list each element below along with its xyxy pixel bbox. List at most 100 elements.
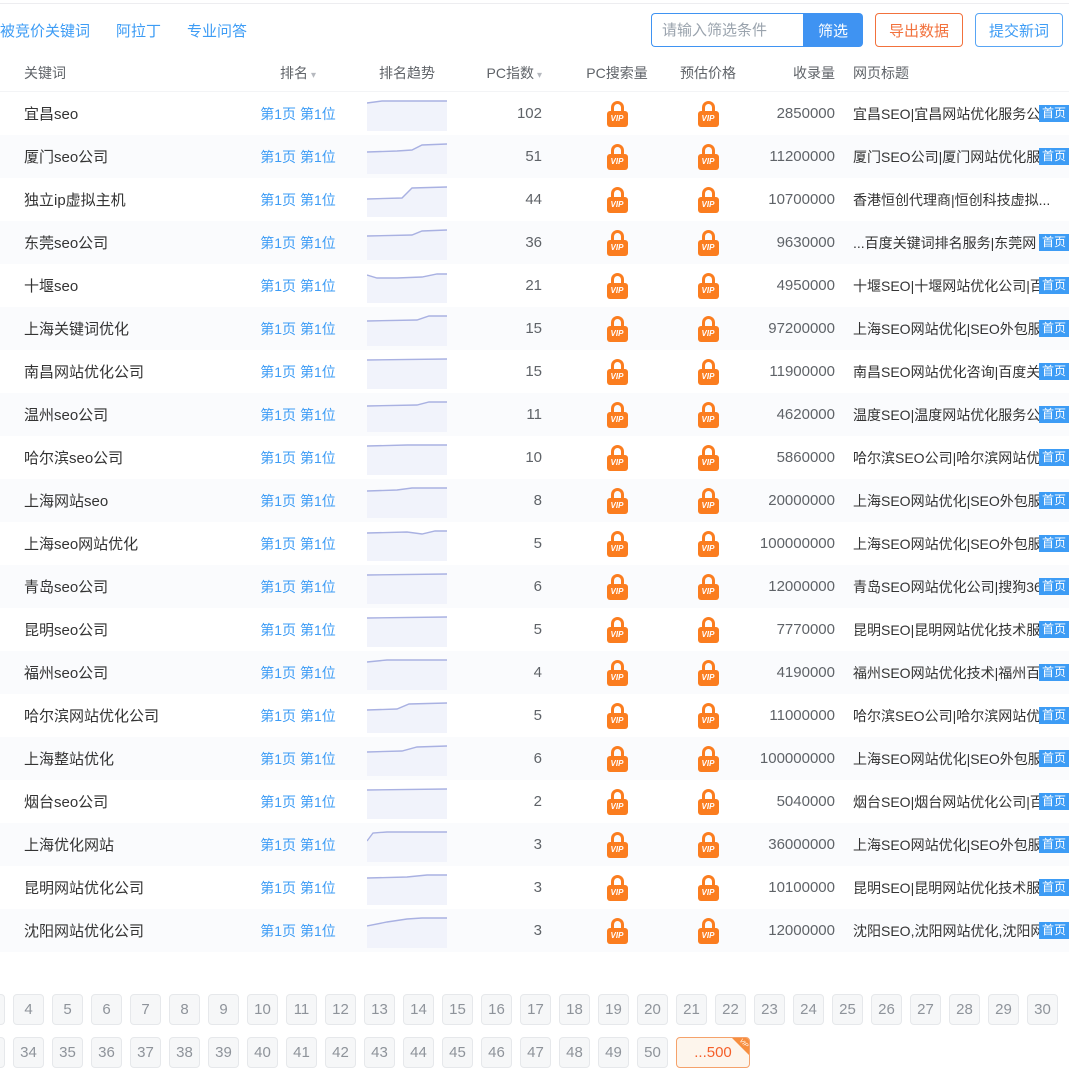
page-button[interactable]: 46 (481, 1037, 512, 1068)
vip-lock-icon[interactable]: VIP (698, 187, 719, 213)
home-badge[interactable]: 首页 (1039, 234, 1069, 251)
vip-lock-icon[interactable]: VIP (607, 273, 628, 299)
page-button[interactable]: 43 (364, 1037, 395, 1068)
home-badge[interactable]: 首页 (1039, 793, 1069, 810)
vip-lock-icon[interactable]: VIP (607, 488, 628, 514)
page-button[interactable]: 12 (325, 994, 356, 1025)
filter-button[interactable]: 筛选 (803, 13, 863, 47)
vip-lock-icon[interactable]: VIP (607, 230, 628, 256)
rank-link[interactable]: 第1页 第1位 (238, 835, 358, 855)
vip-lock-icon[interactable]: VIP (698, 703, 719, 729)
vip-lock-icon[interactable]: VIP (607, 832, 628, 858)
page-button[interactable]: 14 (403, 994, 434, 1025)
home-badge[interactable]: 首页 (1039, 105, 1069, 122)
page-button[interactable]: 34 (13, 1037, 44, 1068)
rank-link[interactable]: 第1页 第1位 (238, 190, 358, 210)
home-badge[interactable]: 首页 (1039, 879, 1069, 896)
vip-lock-icon[interactable]: VIP (698, 832, 719, 858)
home-badge[interactable]: 首页 (1039, 320, 1069, 337)
page-button[interactable]: 48 (559, 1037, 590, 1068)
page-button[interactable]: 44 (403, 1037, 434, 1068)
page-button[interactable]: 24 (793, 994, 824, 1025)
page-button[interactable]: 4 (13, 994, 44, 1025)
page-button[interactable]: 42 (325, 1037, 356, 1068)
header-pc-index-sort[interactable]: PC指数▾ (456, 63, 560, 83)
page-button[interactable]: 8 (169, 994, 200, 1025)
vip-lock-icon[interactable]: VIP (698, 230, 719, 256)
rank-link[interactable]: 第1页 第1位 (238, 233, 358, 253)
rank-link[interactable]: 第1页 第1位 (238, 319, 358, 339)
vip-lock-icon[interactable]: VIP (607, 617, 628, 643)
page-button[interactable]: 40 (247, 1037, 278, 1068)
page-button[interactable]: 5 (52, 994, 83, 1025)
vip-lock-icon[interactable]: VIP (607, 746, 628, 772)
page-button[interactable]: 6 (91, 994, 122, 1025)
page-button[interactable]: 47 (520, 1037, 551, 1068)
vip-lock-icon[interactable]: VIP (607, 918, 628, 944)
home-badge[interactable]: 首页 (1039, 922, 1069, 939)
vip-lock-icon[interactable]: VIP (698, 574, 719, 600)
rank-link[interactable]: 第1页 第1位 (238, 577, 358, 597)
rank-link[interactable]: 第1页 第1位 (238, 706, 358, 726)
vip-lock-icon[interactable]: VIP (698, 359, 719, 385)
vip-lock-icon[interactable]: VIP (607, 144, 628, 170)
vip-lock-icon[interactable]: VIP (607, 402, 628, 428)
vip-lock-icon[interactable]: VIP (698, 273, 719, 299)
vip-lock-icon[interactable]: VIP (698, 316, 719, 342)
vip-lock-icon[interactable]: VIP (607, 187, 628, 213)
page-button[interactable]: 27 (910, 994, 941, 1025)
page-button[interactable]: 41 (286, 1037, 317, 1068)
vip-lock-icon[interactable]: VIP (698, 445, 719, 471)
page-button[interactable]: 18 (559, 994, 590, 1025)
page-button[interactable]: 26 (871, 994, 902, 1025)
vip-lock-icon[interactable]: VIP (698, 488, 719, 514)
vip-lock-icon[interactable]: VIP (607, 316, 628, 342)
page-button[interactable]: 28 (949, 994, 980, 1025)
vip-lock-icon[interactable]: VIP (698, 101, 719, 127)
page-button[interactable]: 15 (442, 994, 473, 1025)
filter-input[interactable] (651, 13, 803, 47)
rank-link[interactable]: 第1页 第1位 (238, 405, 358, 425)
page-button[interactable]: 25 (832, 994, 863, 1025)
vip-lock-icon[interactable]: VIP (698, 875, 719, 901)
vip-lock-icon[interactable]: VIP (698, 617, 719, 643)
page-button[interactable]: 9 (208, 994, 239, 1025)
home-badge[interactable]: 首页 (1039, 836, 1069, 853)
rank-link[interactable]: 第1页 第1位 (238, 921, 358, 941)
page-button-partial[interactable] (0, 1037, 5, 1068)
page-button[interactable]: 29 (988, 994, 1019, 1025)
vip-lock-icon[interactable]: VIP (607, 789, 628, 815)
vip-lock-icon[interactable]: VIP (607, 703, 628, 729)
vip-lock-icon[interactable]: VIP (607, 531, 628, 557)
home-badge[interactable]: 首页 (1039, 578, 1069, 595)
rank-link[interactable]: 第1页 第1位 (238, 448, 358, 468)
rank-link[interactable]: 第1页 第1位 (238, 147, 358, 167)
vip-lock-icon[interactable]: VIP (607, 101, 628, 127)
vip-lock-icon[interactable]: VIP (698, 531, 719, 557)
home-badge[interactable]: 首页 (1039, 492, 1069, 509)
nav-tab[interactable]: 被竞价关键词 (0, 20, 90, 41)
home-badge[interactable]: 首页 (1039, 363, 1069, 380)
page-button[interactable]: 7 (130, 994, 161, 1025)
page-button[interactable]: 38 (169, 1037, 200, 1068)
page-button[interactable]: 35 (52, 1037, 83, 1068)
rank-link[interactable]: 第1页 第1位 (238, 362, 358, 382)
page-button[interactable]: 16 (481, 994, 512, 1025)
home-badge[interactable]: 首页 (1039, 277, 1069, 294)
vip-lock-icon[interactable]: VIP (698, 746, 719, 772)
home-badge[interactable]: 首页 (1039, 621, 1069, 638)
page-button[interactable]: 19 (598, 994, 629, 1025)
home-badge[interactable]: 首页 (1039, 664, 1069, 681)
rank-link[interactable]: 第1页 第1位 (238, 663, 358, 683)
page-button[interactable]: 50 (637, 1037, 668, 1068)
page-button[interactable]: 22 (715, 994, 746, 1025)
vip-lock-icon[interactable]: VIP (698, 402, 719, 428)
page-button[interactable]: 23 (754, 994, 785, 1025)
vip-lock-icon[interactable]: VIP (607, 574, 628, 600)
page-button[interactable]: 39 (208, 1037, 239, 1068)
rank-link[interactable]: 第1页 第1位 (238, 792, 358, 812)
rank-link[interactable]: 第1页 第1位 (238, 749, 358, 769)
page-button[interactable]: 49 (598, 1037, 629, 1068)
page-button[interactable]: 45 (442, 1037, 473, 1068)
vip-lock-icon[interactable]: VIP (698, 144, 719, 170)
